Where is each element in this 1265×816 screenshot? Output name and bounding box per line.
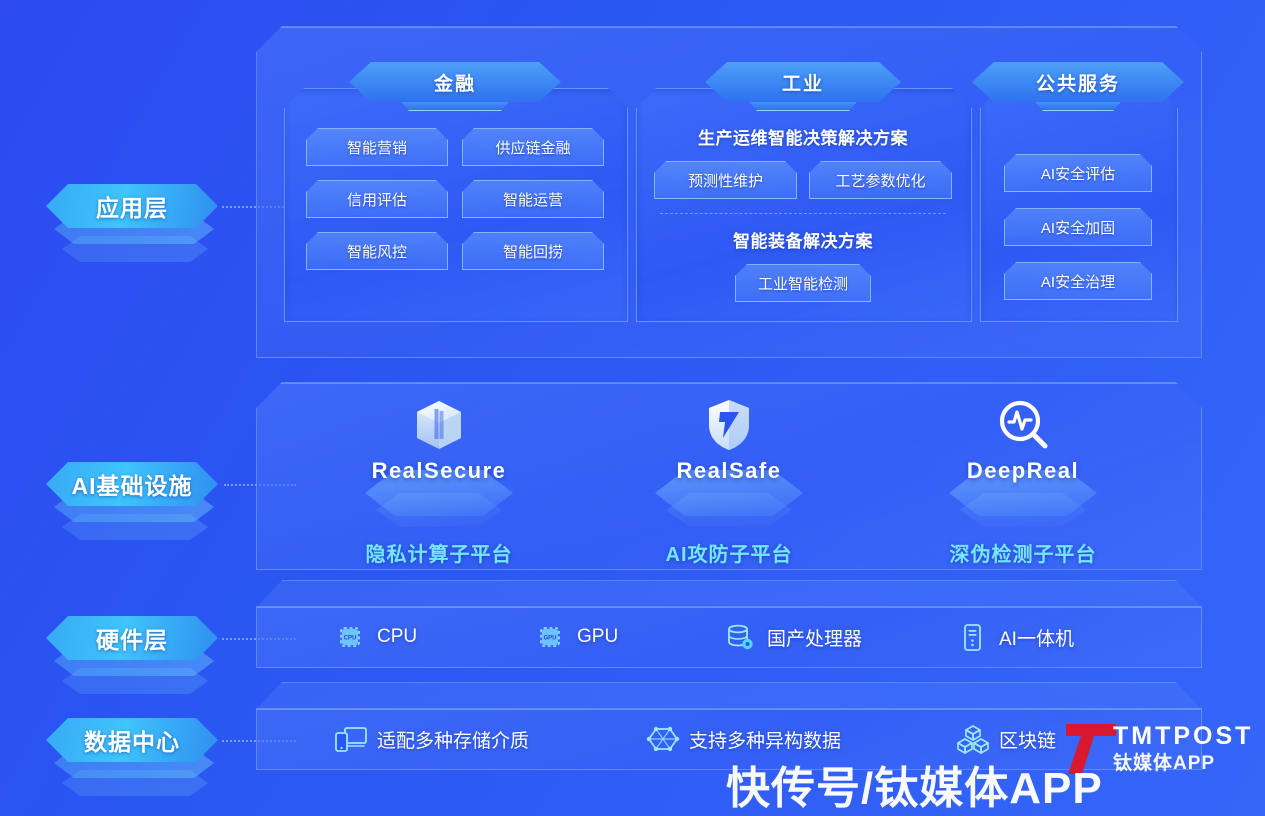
hardware-label-cpu: CPU: [377, 626, 418, 647]
caption-realsafe: AI攻防子平台: [665, 544, 793, 566]
chip-label: AI安全加固: [1040, 219, 1116, 237]
magnifier-pulse-icon: [908, 398, 1138, 452]
tab-industry[interactable]: 工业: [705, 62, 901, 102]
database-gear-icon: [724, 621, 756, 653]
application-column-public-service: 公共服务 AI安全评估 AI安全加固 AI安全治理: [980, 62, 1176, 322]
gpu-chip-icon-text: GPU: [543, 636, 556, 642]
chip-label: AI安全治理: [1040, 273, 1116, 291]
chip-label: 智能风控: [346, 243, 407, 261]
tab-finance-label: 金融: [433, 73, 476, 95]
chip-public-2[interactable]: AI安全加固: [1004, 208, 1152, 246]
chip-public-3[interactable]: AI安全治理: [1004, 262, 1152, 300]
architecture-diagram: 应用层 AI基础设施 硬件层 数据中心 金融 智能营销 供应链金融 信用评估 智…: [0, 0, 1265, 816]
layer-label-data-center: 数据中心: [84, 729, 180, 755]
layer-label-ai-infrastructure: AI基础设施: [71, 473, 193, 499]
data-center-label-storage-media: 适配多种存储介质: [377, 730, 530, 752]
hardware-label-ai-appliance: AI一体机: [999, 628, 1074, 650]
hardware-label-gpu: GPU: [577, 626, 619, 647]
chip-industry-3[interactable]: 工业智能检测: [735, 264, 871, 302]
gpu-chip-icon: GPU: [534, 621, 566, 653]
cpu-chip-icon: CPU: [334, 621, 366, 653]
watermark-brand: TMTPOST: [1113, 722, 1254, 750]
solution-title-1: 生产运维智能决策解决方案: [698, 129, 908, 148]
hardware-label-domestic-processor: 国产处理器: [767, 628, 863, 650]
devices-icon: [334, 723, 367, 755]
data-center-label-blockchain: 区块链: [999, 730, 1057, 752]
chip-label: 工艺参数优化: [835, 172, 926, 190]
chip-finance-3[interactable]: 信用评估: [306, 180, 448, 218]
caption-deepreal: 深伪检测子平台: [949, 544, 1097, 566]
chip-finance-4[interactable]: 智能运营: [462, 180, 604, 218]
tab-finance[interactable]: 金融: [349, 62, 561, 102]
chip-finance-2[interactable]: 供应链金融: [462, 128, 604, 166]
application-layer-panel: 金融 智能营销 供应链金融 信用评估 智能运营 智能风控 智能回捞 工业 生产运…: [256, 26, 1202, 358]
chip-public-1[interactable]: AI安全评估: [1004, 154, 1152, 192]
layer-badge-data-center: 数据中心: [46, 718, 296, 814]
data-center-item-storage-media[interactable]: 适配多种存储介质: [334, 719, 529, 759]
chip-industry-1[interactable]: 预测性维护: [654, 161, 797, 199]
panel-top-bevel: [256, 682, 1202, 710]
graph-nodes-icon: [646, 723, 680, 755]
hardware-item-cpu[interactable]: CPU CPU: [334, 617, 417, 657]
layer-label-application: 应用层: [96, 195, 168, 221]
brand-realsecure: RealSecure: [371, 458, 507, 483]
tab-public-service-label: 公共服务: [1035, 73, 1120, 95]
cube-icon: [324, 398, 554, 452]
solution-divider: [660, 213, 946, 214]
tab-public-service[interactable]: 公共服务: [972, 62, 1184, 102]
cpu-chip-icon-text: CPU: [344, 636, 357, 642]
hardware-item-domestic-processor[interactable]: 国产处理器: [724, 617, 862, 657]
application-column-industry: 工业 生产运维智能决策解决方案 预测性维护 工艺参数优化 智能装备解决方案 工业…: [636, 62, 970, 322]
chip-label: 智能运营: [502, 191, 563, 209]
server-tower-icon: [956, 621, 988, 653]
brand-deepreal: DeepReal: [966, 458, 1080, 483]
chip-label: 工业智能检测: [757, 275, 848, 293]
tab-industry-label: 工业: [781, 73, 824, 95]
shield-icon: [614, 398, 844, 452]
chip-finance-6[interactable]: 智能回捞: [462, 232, 604, 270]
layer-label-hardware: 硬件层: [96, 627, 168, 653]
infra-item-realsecure[interactable]: RealSecure 隐私计算子平台: [324, 398, 554, 567]
chip-industry-2[interactable]: 工艺参数优化: [809, 161, 952, 199]
chip-label: 智能回捞: [502, 243, 563, 261]
hardware-item-gpu[interactable]: GPU GPU: [534, 617, 618, 657]
ai-infrastructure-panel: RealSecure 隐私计算子平台 RealSafe AI攻防子平台 Deep…: [256, 382, 1202, 570]
chip-label: 供应链金融: [495, 139, 571, 157]
layer-badge-application: 应用层: [46, 184, 296, 280]
watermark-brand-sub: 钛媒体APP: [1113, 753, 1216, 774]
data-center-label-heterogeneous-data: 支持多种异构数据: [689, 730, 842, 752]
infra-item-realsafe[interactable]: RealSafe AI攻防子平台: [614, 398, 844, 567]
chip-label: 预测性维护: [687, 172, 763, 190]
chip-label: 智能营销: [346, 139, 407, 157]
chip-finance-1[interactable]: 智能营销: [306, 128, 448, 166]
infra-item-deepreal[interactable]: DeepReal 深伪检测子平台: [908, 398, 1138, 567]
chip-finance-5[interactable]: 智能风控: [306, 232, 448, 270]
solution-title-2: 智能装备解决方案: [733, 232, 873, 251]
panel-top-bevel: [256, 580, 1202, 608]
blocks-icon: [956, 723, 989, 755]
caption-realsecure: 隐私计算子平台: [365, 544, 513, 566]
watermark-channel: 快传号/钛媒体APP: [726, 764, 1103, 813]
chip-label: 信用评估: [346, 191, 407, 209]
application-column-finance: 金融 智能营销 供应链金融 信用评估 智能运营 智能风控 智能回捞: [284, 62, 626, 322]
hardware-layer-panel: CPU CPU GPU GPU 国产处理器 AI一体机: [256, 606, 1202, 668]
hardware-item-ai-appliance[interactable]: AI一体机: [956, 617, 1074, 657]
chip-label: AI安全评估: [1040, 165, 1116, 183]
brand-realsafe: RealSafe: [676, 458, 782, 483]
layer-badge-ai-infrastructure: AI基础设施: [46, 462, 296, 558]
layer-badge-hardware: 硬件层: [46, 616, 296, 712]
